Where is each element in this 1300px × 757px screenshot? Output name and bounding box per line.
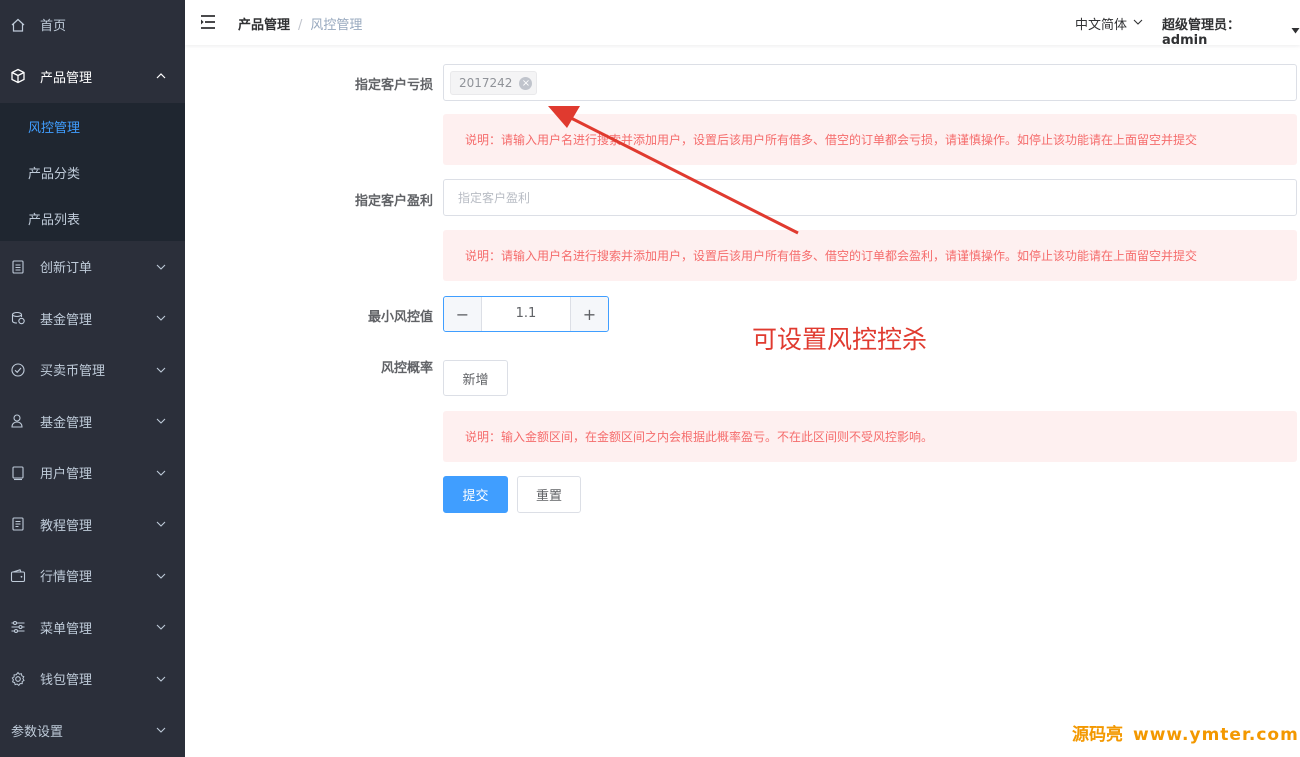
menu-item-label: 参数设置 xyxy=(11,724,64,740)
breadcrumb-separator: / xyxy=(298,18,303,33)
menu-item-market[interactable]: 行情管理 xyxy=(0,550,185,602)
min-risk-stepper: − 1.1 + xyxy=(443,296,609,332)
min-risk-value[interactable]: 1.1 xyxy=(482,297,570,331)
profit-note-text: 说明：请输入用户名进行搜索并添加用户，设置后该用户所有借多、借空的订单都会盈利，… xyxy=(465,249,1198,263)
menu-item-home[interactable]: 首页 xyxy=(0,0,185,49)
gear-icon xyxy=(10,671,26,687)
menu-item-fund-2[interactable]: 基金管理 xyxy=(0,396,185,448)
menu-item-label: 菜单管理 xyxy=(40,621,93,637)
menu-item-label: 创新订单 xyxy=(40,261,93,277)
cube-icon xyxy=(10,68,26,84)
reset-button[interactable]: 重置 xyxy=(517,476,581,513)
watermark-url: www.ymter.com xyxy=(1133,725,1299,745)
menu-item-label: 基金管理 xyxy=(40,415,93,431)
probability-note-alert: 说明：输入金额区间，在金额区间之内会根据此概率盈亏。不在此区间则不受风控影响。 xyxy=(443,411,1297,462)
menu-item-menus[interactable]: 菜单管理 xyxy=(0,602,185,654)
loss-note-text: 说明：请输入用户名进行搜索并添加用户，设置后该用户所有借多、借空的订单都会亏损，… xyxy=(465,133,1198,147)
min-risk-label: 最小风控值 xyxy=(367,310,433,325)
chevron-down-icon xyxy=(155,518,167,530)
user-dropdown[interactable]: 超级管理员：admin xyxy=(1162,14,1300,48)
menu-item-users[interactable]: 用户管理 xyxy=(0,447,185,499)
chevron-down-icon xyxy=(155,570,167,582)
sidebar: 首页 产品管理 风控管理 产品分类 产品列表 创新订单 基金管理 买卖币管理 基… xyxy=(0,0,185,757)
notebook-icon xyxy=(10,465,26,481)
menu-item-fund[interactable]: 基金管理 xyxy=(0,293,185,345)
submenu-product: 风控管理 产品分类 产品列表 xyxy=(0,103,185,241)
user-label: 超级管理员：admin xyxy=(1162,18,1241,48)
menu-item-label: 买卖币管理 xyxy=(40,364,106,380)
user-tag-label: 2017242 xyxy=(459,76,513,90)
menu-item-label: 教程管理 xyxy=(40,518,93,534)
menu-item-label: 用户管理 xyxy=(40,467,93,483)
breadcrumb-product[interactable]: 产品管理 xyxy=(238,18,290,33)
menu-item-label: 钱包管理 xyxy=(40,673,93,689)
profit-label: 指定客户盈利 xyxy=(354,194,433,209)
chevron-down-icon xyxy=(155,364,167,376)
profit-note-alert: 说明：请输入用户名进行搜索并添加用户，设置后该用户所有借多、借空的订单都会盈利，… xyxy=(443,230,1297,281)
circle-check-icon xyxy=(10,362,26,378)
profit-users-input[interactable] xyxy=(443,179,1297,216)
chevron-down-icon xyxy=(155,261,167,273)
menu-item-orders[interactable]: 创新订单 xyxy=(0,241,185,293)
submenu-item-label: 产品列表 xyxy=(28,212,81,228)
chevron-down-icon xyxy=(155,467,167,479)
submenu-item-product-category[interactable]: 产品分类 xyxy=(0,149,185,195)
probability-note-text: 说明：输入金额区间，在金额区间之内会根据此概率盈亏。不在此区间则不受风控影响。 xyxy=(465,430,934,444)
menu-item-label: 首页 xyxy=(40,19,67,34)
add-range-button[interactable]: 新增 xyxy=(443,360,508,396)
top-navbar: 产品管理 / 风控管理 中文简体 超级管理员：admin xyxy=(185,0,1300,48)
language-label: 中文简体 xyxy=(1075,18,1128,33)
hamburger-menu-icon[interactable] xyxy=(200,13,218,31)
risk-probability-label: 风控概率 xyxy=(380,361,433,376)
document-list-icon xyxy=(10,259,26,275)
menu-item-label: 行情管理 xyxy=(40,570,93,586)
decrement-button[interactable]: − xyxy=(444,297,482,331)
menu-item-wallet[interactable]: 钱包管理 xyxy=(0,653,185,705)
loss-label: 指定客户亏损 xyxy=(354,78,433,93)
coins-icon xyxy=(10,310,26,326)
annotation-text: 可设置风控控杀 xyxy=(752,325,928,354)
submenu-item-product-list[interactable]: 产品列表 xyxy=(0,195,185,241)
watermark: 源码亮 www.ymter.com xyxy=(1072,720,1299,745)
submenu-item-label: 产品分类 xyxy=(28,166,81,182)
menu-item-label: 产品管理 xyxy=(40,70,93,86)
home-icon xyxy=(10,17,26,33)
risk-control-form: 指定客户亏损 2017242 × 说明：请输入用户名进行搜索并添加用户，设置后该… xyxy=(185,45,1300,757)
chevron-down-icon xyxy=(155,673,167,685)
chevron-down-icon xyxy=(155,724,167,736)
sliders-icon xyxy=(10,619,26,635)
loss-users-select[interactable]: 2017242 × xyxy=(443,64,1297,101)
caret-down-icon xyxy=(1291,24,1300,39)
submit-button[interactable]: 提交 xyxy=(443,476,508,513)
chevron-up-icon xyxy=(155,70,167,82)
watermark-brand: 源码亮 xyxy=(1072,725,1123,745)
chevron-down-icon xyxy=(155,312,167,324)
submenu-item-label: 风控管理 xyxy=(28,120,81,136)
loss-note-alert: 说明：请输入用户名进行搜索并添加用户，设置后该用户所有借多、借空的订单都会亏损，… xyxy=(443,114,1297,165)
user-icon xyxy=(10,413,26,429)
submenu-item-risk-control[interactable]: 风控管理 xyxy=(0,103,185,149)
menu-item-tutorials[interactable]: 教程管理 xyxy=(0,499,185,551)
breadcrumb: 产品管理 / 风控管理 xyxy=(238,14,362,33)
close-icon[interactable]: × xyxy=(519,77,533,90)
chevron-down-icon xyxy=(1133,16,1143,31)
breadcrumb-current: 风控管理 xyxy=(310,18,363,33)
menu-item-trade-coins[interactable]: 买卖币管理 xyxy=(0,344,185,396)
menu-item-product[interactable]: 产品管理 xyxy=(0,49,185,103)
increment-button[interactable]: + xyxy=(570,297,608,331)
user-tag: 2017242 × xyxy=(450,71,538,95)
menu-item-settings[interactable]: 参数设置 xyxy=(0,705,185,757)
language-select[interactable]: 中文简体 xyxy=(1075,14,1143,33)
wallet-icon xyxy=(10,568,26,584)
chevron-down-icon xyxy=(155,621,167,633)
document-icon xyxy=(10,516,26,532)
chevron-down-icon xyxy=(155,415,167,427)
menu-item-label: 基金管理 xyxy=(40,312,93,328)
